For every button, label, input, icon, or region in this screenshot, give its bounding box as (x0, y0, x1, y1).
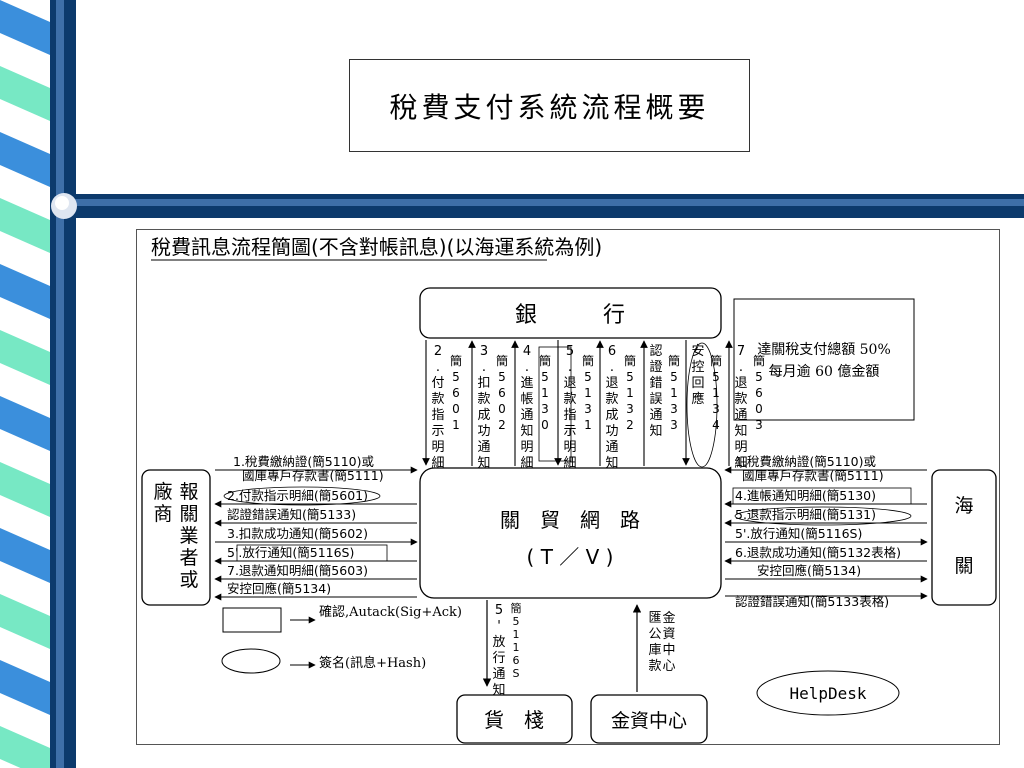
ribbon-segment (0, 0, 50, 55)
network-box (419, 467, 722, 599)
flow-diagram: 稅費訊息流程簡圖(不含對帳訊息)(以海運系統為例) 銀 行 達關稅支付總額 50… (136, 229, 1000, 745)
warehouse-message-code: 簡5116S (511, 601, 522, 680)
treasury-message: 匯公庫款金資中心 (648, 610, 675, 674)
warehouse-label: 貨 棧 (484, 708, 544, 732)
ribbon-segment (0, 528, 50, 583)
legend-ack-box (222, 607, 282, 633)
bank-message-label: 5 .退款指示明細 (563, 344, 576, 471)
treasury-label: 金資中心 (611, 710, 687, 732)
bank-message-code: 簡5601 (450, 353, 462, 432)
network-label: 關 貿 網 路 (500, 508, 640, 532)
ribbon-segment (0, 264, 50, 319)
customs-message-label: 4.進帳通知明細(簡5130) (735, 488, 876, 503)
ribbon-segment (0, 660, 50, 715)
customs-message-label: 安控回應(簡5134) (757, 563, 861, 578)
horizontal-bar-highlight (64, 199, 1024, 206)
bank-message-label: 2 .付款指示明細 (431, 344, 444, 471)
broker-messages: 1.稅費繳納證(簡5110)或國庫專戶存款書(簡5111) 2.付款指示明細(簡5… (214, 454, 418, 601)
helpdesk-label[interactable]: HelpDesk (789, 684, 866, 703)
note-line2: 每月逾 60 億金額 (769, 364, 880, 380)
bank-message-label: 6 .退款成功通知 (605, 344, 618, 471)
broker-label-col2: 廠商 (153, 480, 172, 525)
ribbon-segment (0, 132, 50, 187)
customs-message-label: 5.退款指示明細(簡5131) (735, 507, 876, 522)
slide-title: 稅費支付系統流程概要 (349, 59, 750, 152)
ribbon-segment (0, 198, 50, 253)
bank-label: 銀 行 (515, 303, 625, 328)
broker-message-label: 國庫專戶存款書(簡5111) (242, 468, 384, 483)
legend-sig-text: 簽名(訊息+Hash) (319, 655, 426, 671)
ribbon-segment (0, 396, 50, 451)
customs-messages: 1.稅費繳納證(簡5110)或國庫專戶存款書(簡5111) 4.進帳通知明細(簡5… (724, 454, 928, 609)
warehouse-message: 5 '放行通知簡 5 1 1 6 S (492, 601, 521, 698)
network-sub-label: ( T ／ V ) (527, 545, 614, 569)
broker-message-label: 3.扣款成功通知(簡5602) (227, 526, 368, 541)
treasury-message-label: 匯公庫款金資中心 (648, 610, 675, 674)
ribbon-segment (0, 66, 50, 121)
flow-diagram-canvas: 稅費訊息流程簡圖(不含對帳訊息)(以海運系統為例) 銀 行 達關稅支付總額 50… (141, 235, 997, 744)
broker-message-label: 7.退款通知明細(簡5603) (227, 563, 368, 578)
ribbon-segment (0, 462, 50, 517)
bank-message-code: 簡5131 (582, 353, 594, 432)
broker-box (141, 469, 211, 606)
bank-message-label: 4 .進帳通知明細 (520, 344, 533, 471)
bank-message-code: 簡5134 (710, 353, 722, 432)
broker-message-label: 1.稅費繳納證(簡5110)或 (233, 454, 374, 469)
ribbon-segment (0, 726, 50, 768)
bank-message-label: 3 .扣款成功通知 (477, 344, 490, 471)
bank-message-label: 認證錯誤通知 (649, 343, 662, 439)
customs-message-label: 5'.放行通知(簡5116S) (735, 526, 862, 541)
broker-message-label: 認證錯誤通知(簡5133) (227, 507, 356, 522)
diagram-title: 稅費訊息流程簡圖(不含對帳訊息)(以海運系統為例) (151, 235, 602, 259)
bank-message-code: 簡5130 (539, 353, 551, 432)
bank-message-code: 簡5132 (624, 353, 636, 432)
legend-sig-ellipse (221, 648, 281, 674)
customs-message-label: 1.稅費繳納證(簡5110)或 (735, 454, 876, 469)
ribbon-segment (0, 594, 50, 649)
customs-message-label: 國庫專戶存款書(簡5111) (742, 468, 884, 483)
bar-junction-orb-shine (55, 196, 69, 210)
legend-ack-text: 確認,Autack(Sig+Ack) (319, 604, 462, 620)
broker-label-col1: 報關業者或 (179, 481, 198, 591)
bank-message-code: 簡5602 (496, 353, 508, 432)
customs-box (931, 469, 997, 606)
ribbon-segment (0, 330, 50, 385)
vertical-bar-highlight (56, 0, 64, 768)
broker-message-label: 安控回應(簡5134) (227, 581, 331, 596)
warehouse-message-label: 5 '放行通知 (492, 603, 505, 698)
note-line1: 達關稅支付總額 50% (757, 341, 891, 358)
bank-message-columns: 2 .付款指示明細簡 5 6 0 1 3 .扣款成功通知簡 5 6 0 2 4 .進帳通知明細簡 5 1 3 0 5… (422, 340, 765, 471)
bank-message-code: 簡5133 (668, 353, 680, 432)
broker-message-label: 5'.放行通知(簡5116S) (227, 545, 354, 560)
broker-message-label: 2.付款指示明細(簡5601) (227, 488, 368, 503)
customs-message-label: 6.退款成功通知(簡5132表格) (735, 545, 901, 560)
